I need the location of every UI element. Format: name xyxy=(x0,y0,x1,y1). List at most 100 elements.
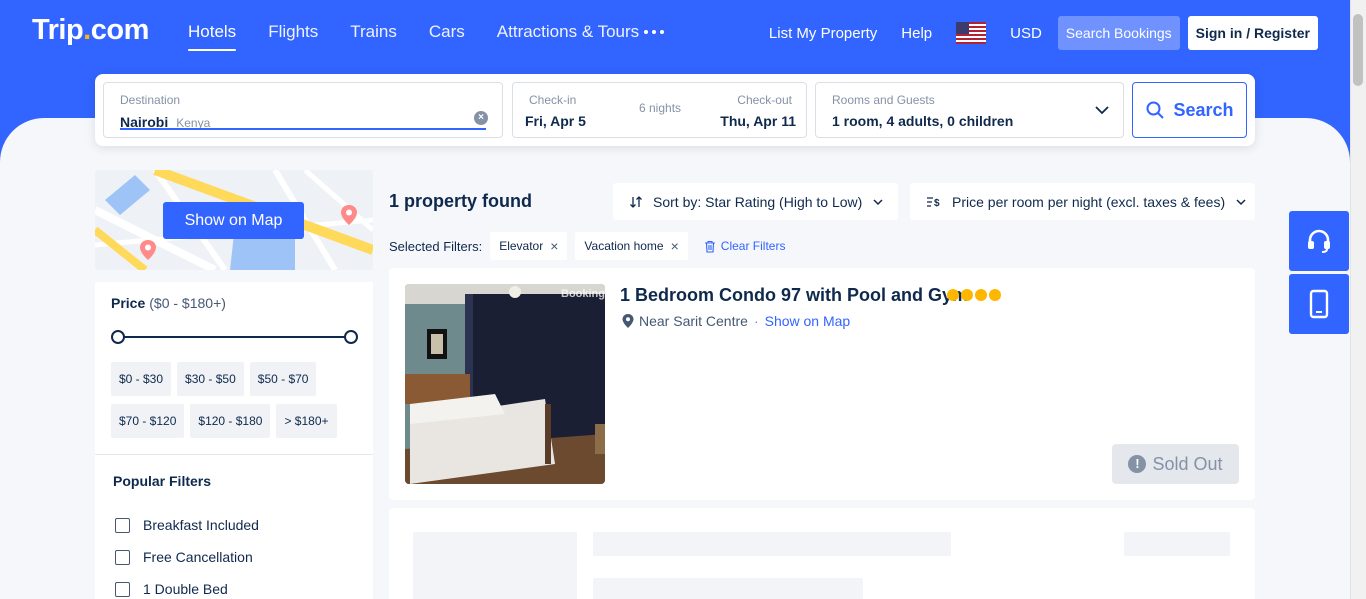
price-chip[interactable]: $120 - $180 xyxy=(190,404,271,438)
rooms-value: 1 room, 4 adults, 0 children xyxy=(832,113,1014,129)
chevron-down-icon xyxy=(1095,106,1109,115)
price-slider-track[interactable] xyxy=(117,336,351,338)
logo-text: Trip xyxy=(32,14,84,46)
price-chip[interactable]: $30 - $50 xyxy=(177,362,244,396)
filter-label: 1 Double Bed xyxy=(143,581,228,597)
clear-destination-icon[interactable]: × xyxy=(474,111,488,125)
checkbox[interactable] xyxy=(115,549,130,565)
hotel-show-on-map-link[interactable]: Show on Map xyxy=(765,313,851,329)
popular-filters-title: Popular Filters xyxy=(113,473,212,489)
price-chips: $0 - $30 $30 - $50 $50 - $70 $70 - $120 … xyxy=(111,362,361,438)
chevron-down-icon xyxy=(873,198,883,205)
mobile-phone-icon xyxy=(1309,289,1329,319)
price-filter-title: Price ($0 - $180+) xyxy=(111,295,226,311)
destination-field[interactable]: Destination Nairobi Kenya × xyxy=(103,82,503,138)
help-link[interactable]: Help xyxy=(901,25,932,42)
price-slider-max-handle[interactable] xyxy=(344,330,358,344)
close-icon[interactable]: × xyxy=(550,238,558,254)
nav-flights[interactable]: Flights xyxy=(268,22,318,42)
checkbox[interactable] xyxy=(115,517,130,533)
clear-filters-label: Clear Filters xyxy=(720,239,786,253)
result-count: 1 property found xyxy=(389,191,532,211)
sort-icon xyxy=(630,195,642,208)
checkout-label: Check-out xyxy=(737,93,792,107)
price-chip[interactable]: $70 - $120 xyxy=(111,404,185,438)
star-icon xyxy=(947,289,959,301)
filters-panel: Price ($0 - $180+) $0 - $30 $30 - $50 $50… xyxy=(95,282,373,599)
list-property-link[interactable]: List My Property xyxy=(769,25,877,42)
price-slider-min-handle[interactable] xyxy=(111,330,125,344)
map-pin-icon xyxy=(140,240,156,260)
search-panel: Destination Nairobi Kenya × Check-in Fri,… xyxy=(95,74,1255,146)
nav-cars[interactable]: Cars xyxy=(429,22,465,42)
nav-trains[interactable]: Trains xyxy=(350,22,397,42)
logo-tail: com xyxy=(90,14,150,46)
search-bookings-button[interactable]: Search Bookings xyxy=(1057,16,1180,50)
price-range-label: ($0 - $180+) xyxy=(149,295,226,311)
search-button[interactable]: Search xyxy=(1132,82,1247,138)
selected-filters-label: Selected Filters: xyxy=(389,238,483,254)
clear-filters-button[interactable]: Clear Filters xyxy=(704,239,786,253)
location-pin-icon xyxy=(622,314,634,328)
checkin-value: Fri, Apr 5 xyxy=(525,113,586,129)
us-flag-icon[interactable] xyxy=(956,22,987,44)
rooms-label: Rooms and Guests xyxy=(832,93,935,107)
map-preview[interactable]: Show on Map xyxy=(95,170,373,270)
star-icon xyxy=(975,289,987,301)
more-icon[interactable] xyxy=(644,30,664,34)
filter-double-bed[interactable]: 1 Double Bed xyxy=(115,573,259,599)
location-text: Near Sarit Centre xyxy=(639,313,748,329)
sold-out-label: Sold Out xyxy=(1152,453,1223,474)
nav-hotels[interactable]: Hotels xyxy=(188,22,237,51)
sign-in-button[interactable]: Sign in / Register xyxy=(1187,16,1318,50)
checkin-label: Check-in xyxy=(529,93,577,107)
svg-text:$: $ xyxy=(934,198,940,209)
hotel-location: Near Sarit Centre · Show on Map xyxy=(621,313,850,329)
mobile-app-button[interactable] xyxy=(1289,274,1349,334)
filter-tag-elevator[interactable]: Elevator × xyxy=(490,232,568,260)
close-icon[interactable]: × xyxy=(671,238,679,254)
price-title-label: Price xyxy=(111,295,146,311)
divider xyxy=(95,454,373,455)
checkbox[interactable] xyxy=(115,581,130,597)
price-chip[interactable]: $50 - $70 xyxy=(249,362,317,396)
skeleton-block xyxy=(593,578,863,599)
currency-selector[interactable]: USD xyxy=(1010,25,1042,42)
checkout-value: Thu, Apr 11 xyxy=(720,113,796,129)
chevron-down-icon xyxy=(1236,198,1246,205)
price-display-dropdown[interactable]: $ Price per room per night (excl. taxes … xyxy=(910,183,1255,220)
skeleton-block xyxy=(413,532,577,599)
date-field[interactable]: Check-in Fri, Apr 5 6 nights Check-out T… xyxy=(512,82,807,138)
tag-label: Elevator xyxy=(499,239,544,253)
filter-label: Breakfast Included xyxy=(143,517,259,533)
search-icon xyxy=(1146,101,1165,119)
destination-label: Destination xyxy=(120,93,181,107)
price-display-label: Price per room per night (excl. taxes & … xyxy=(952,193,1226,210)
trash-icon xyxy=(704,240,715,253)
nav-attractions-tours[interactable]: Attractions & Tours xyxy=(497,22,639,42)
photo-watermark: Booking xyxy=(561,288,605,300)
rooms-guests-field[interactable]: Rooms and Guests 1 room, 4 adults, 0 chi… xyxy=(815,82,1124,138)
price-chip[interactable]: $0 - $30 xyxy=(111,362,172,396)
star-icon xyxy=(989,289,1001,301)
scrollbar-thumb[interactable] xyxy=(1353,14,1363,86)
show-on-map-button[interactable]: Show on Map xyxy=(163,202,304,239)
sort-label: Sort by: Star Rating (High to Low) xyxy=(653,193,863,210)
price-filter-icon: $ xyxy=(927,196,940,209)
filter-tag-vacation-home[interactable]: Vacation home × xyxy=(575,232,688,260)
customer-support-button[interactable] xyxy=(1289,211,1349,271)
hotel-name[interactable]: 1 Bedroom Condo 97 with Pool and Gym xyxy=(620,285,968,306)
hotel-room-image xyxy=(405,284,605,484)
price-chip[interactable]: > $180+ xyxy=(276,404,337,438)
star-icon xyxy=(961,289,973,301)
filter-free-cancellation[interactable]: Free Cancellation xyxy=(115,541,259,573)
skeleton-block xyxy=(593,532,951,556)
sort-dropdown[interactable]: Sort by: Star Rating (High to Low) xyxy=(613,183,898,220)
loading-card xyxy=(389,508,1255,599)
filter-breakfast-included[interactable]: Breakfast Included xyxy=(115,509,259,541)
hotel-card[interactable]: Booking 1 Bedroom Condo 97 with Pool and… xyxy=(389,268,1255,500)
scrollbar[interactable] xyxy=(1350,0,1366,599)
hotel-photo[interactable]: Booking xyxy=(405,284,605,484)
skeleton-block xyxy=(1124,532,1230,556)
trip-logo[interactable]: Trip.com xyxy=(32,14,149,47)
